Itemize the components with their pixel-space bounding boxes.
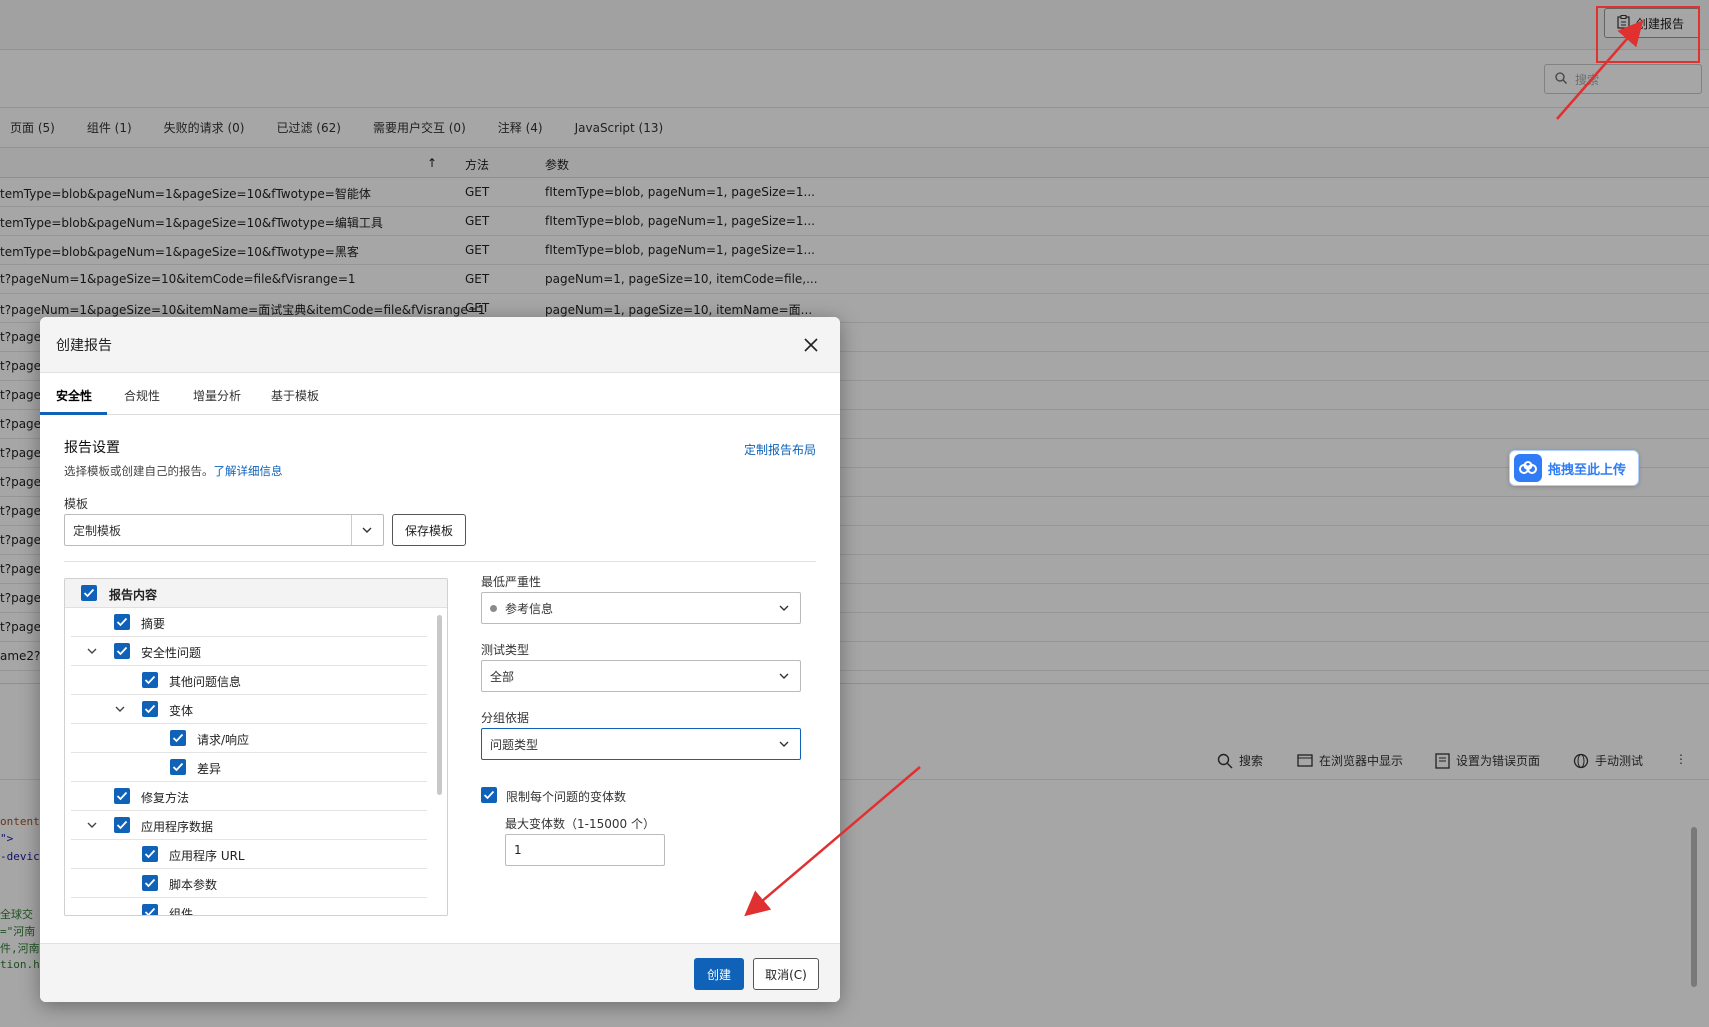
- tree-item-label: 应用程序数据: [141, 820, 214, 834]
- tree-item-label: 脚本参数: [169, 878, 218, 892]
- tree-root-row[interactable]: 报告内容: [65, 579, 447, 608]
- tree-item-label: 其他问题信息: [169, 675, 242, 689]
- chevron-down-icon: [362, 527, 372, 533]
- min-severity-select[interactable]: 参考信息: [481, 592, 801, 624]
- checkbox-checked-icon[interactable]: [114, 643, 130, 659]
- tree-item[interactable]: 其他问题信息: [71, 666, 427, 695]
- tree-item-label: 应用程序 URL: [169, 849, 245, 863]
- group-by-label: 分组依据: [481, 711, 530, 725]
- template-select[interactable]: 定制模板: [64, 514, 384, 546]
- create-button[interactable]: 创建: [694, 958, 744, 990]
- tree-item[interactable]: 安全性问题: [71, 637, 427, 666]
- learn-more-link[interactable]: 了解详细信息: [214, 464, 283, 478]
- min-severity-value: 参考信息: [505, 601, 554, 616]
- test-type-value: 全部: [490, 669, 515, 684]
- tab-delta-analysis[interactable]: 增量分析: [193, 387, 241, 404]
- tree-item-label: 请求/响应: [197, 733, 250, 747]
- chevron-down-icon: [779, 741, 789, 747]
- tab-compliance[interactable]: 合规性: [124, 387, 160, 404]
- select-divider: [351, 515, 352, 545]
- tree-item-label: 变体: [169, 704, 194, 718]
- checkbox-checked-icon[interactable]: [170, 759, 186, 775]
- checkbox-checked-icon[interactable]: [114, 788, 130, 804]
- chevron-down-icon[interactable]: [86, 645, 98, 660]
- tree-item[interactable]: 请求/响应: [71, 724, 427, 753]
- tree-root-label: 报告内容: [109, 588, 158, 602]
- dialog-footer: 创建 取消(C): [40, 943, 840, 1002]
- group-by-value: 问题类型: [490, 737, 539, 752]
- checkbox-checked-icon[interactable]: [142, 672, 158, 688]
- cancel-button[interactable]: 取消(C): [753, 958, 819, 990]
- create-report-dialog: 创建报告 安全性 合规性 增量分析 基于模板 报告设置 选择模板或创建自己的报告…: [40, 317, 840, 1002]
- checkbox-checked-icon[interactable]: [142, 875, 158, 891]
- tree-item[interactable]: 应用程序数据: [71, 811, 427, 840]
- checkbox-checked-icon[interactable]: [142, 846, 158, 862]
- dialog-title: 创建报告: [56, 338, 112, 354]
- section-description: 选择模板或创建自己的报告。了解详细信息: [64, 463, 816, 479]
- severity-dot-icon: [490, 604, 497, 612]
- template-label: 模板: [64, 497, 89, 511]
- tab-security[interactable]: 安全性: [56, 387, 92, 404]
- custom-layout-link[interactable]: 定制报告布局: [744, 441, 816, 458]
- tree-item-label: 差异: [197, 762, 222, 776]
- max-variants-value: 1: [514, 843, 522, 857]
- tree-item-label: 组件: [169, 907, 194, 916]
- checkbox-checked-icon[interactable]: [114, 817, 130, 833]
- checkbox-checked-icon[interactable]: [81, 585, 97, 601]
- limit-variants-checkbox[interactable]: [481, 787, 497, 803]
- checkbox-checked-icon[interactable]: [142, 904, 158, 915]
- tree-item[interactable]: 差异: [71, 753, 427, 782]
- tree-scrollbar[interactable]: [437, 615, 442, 795]
- chevron-down-icon: [779, 673, 789, 679]
- tree-item[interactable]: 变体: [71, 695, 427, 724]
- baidu-upload-widget[interactable]: 拖拽至此上传: [1509, 450, 1639, 486]
- baidu-upload-label: 拖拽至此上传: [1548, 462, 1627, 478]
- chevron-down-icon: [779, 605, 789, 611]
- max-variants-input[interactable]: 1: [505, 834, 665, 866]
- dialog-header: 创建报告: [40, 317, 840, 373]
- checkbox-checked-icon[interactable]: [114, 614, 130, 630]
- report-settings-section: 报告设置 选择模板或创建自己的报告。了解详细信息: [64, 437, 816, 479]
- tree-item[interactable]: 摘要: [71, 608, 427, 637]
- tree-item[interactable]: 脚本参数: [71, 869, 427, 898]
- test-type-label: 测试类型: [481, 643, 530, 657]
- checkbox-checked-icon[interactable]: [142, 701, 158, 717]
- min-severity-label: 最低严重性: [481, 575, 542, 589]
- tab-template-based[interactable]: 基于模板: [271, 387, 319, 404]
- dialog-tabs: 安全性 合规性 增量分析 基于模板: [40, 373, 840, 415]
- section-divider: [64, 561, 816, 562]
- template-value: 定制模板: [73, 523, 122, 538]
- group-by-select[interactable]: 问题类型: [481, 728, 801, 760]
- chevron-down-icon[interactable]: [114, 703, 126, 718]
- baidu-cloud-icon: [1514, 454, 1542, 482]
- active-tab-indicator: [40, 412, 107, 415]
- annotation-highlight-box: [1596, 6, 1700, 63]
- tree-item[interactable]: 修复方法: [71, 782, 427, 811]
- limit-variants-label: 限制每个问题的变体数: [506, 790, 627, 804]
- save-template-button[interactable]: 保存模板: [392, 514, 466, 546]
- section-title: 报告设置: [64, 440, 120, 456]
- tree-item[interactable]: 应用程序 URL: [71, 840, 427, 869]
- close-icon[interactable]: [800, 334, 822, 356]
- tree-item-label: 安全性问题: [141, 646, 202, 660]
- chevron-down-icon[interactable]: [86, 819, 98, 834]
- section-desc-text: 选择模板或创建自己的报告。: [64, 464, 214, 478]
- checkbox-checked-icon[interactable]: [170, 730, 186, 746]
- max-variants-label: 最大变体数（1-15000 个）: [505, 817, 655, 831]
- tree-item[interactable]: 组件: [71, 898, 427, 916]
- tree-item-label: 摘要: [141, 617, 166, 631]
- report-content-tree: 报告内容 摘要安全性问题其他问题信息 变体请求/响应差异修复方法应用程序数据应用程…: [64, 578, 448, 916]
- tree-item-label: 修复方法: [141, 791, 190, 805]
- test-type-select[interactable]: 全部: [481, 660, 801, 692]
